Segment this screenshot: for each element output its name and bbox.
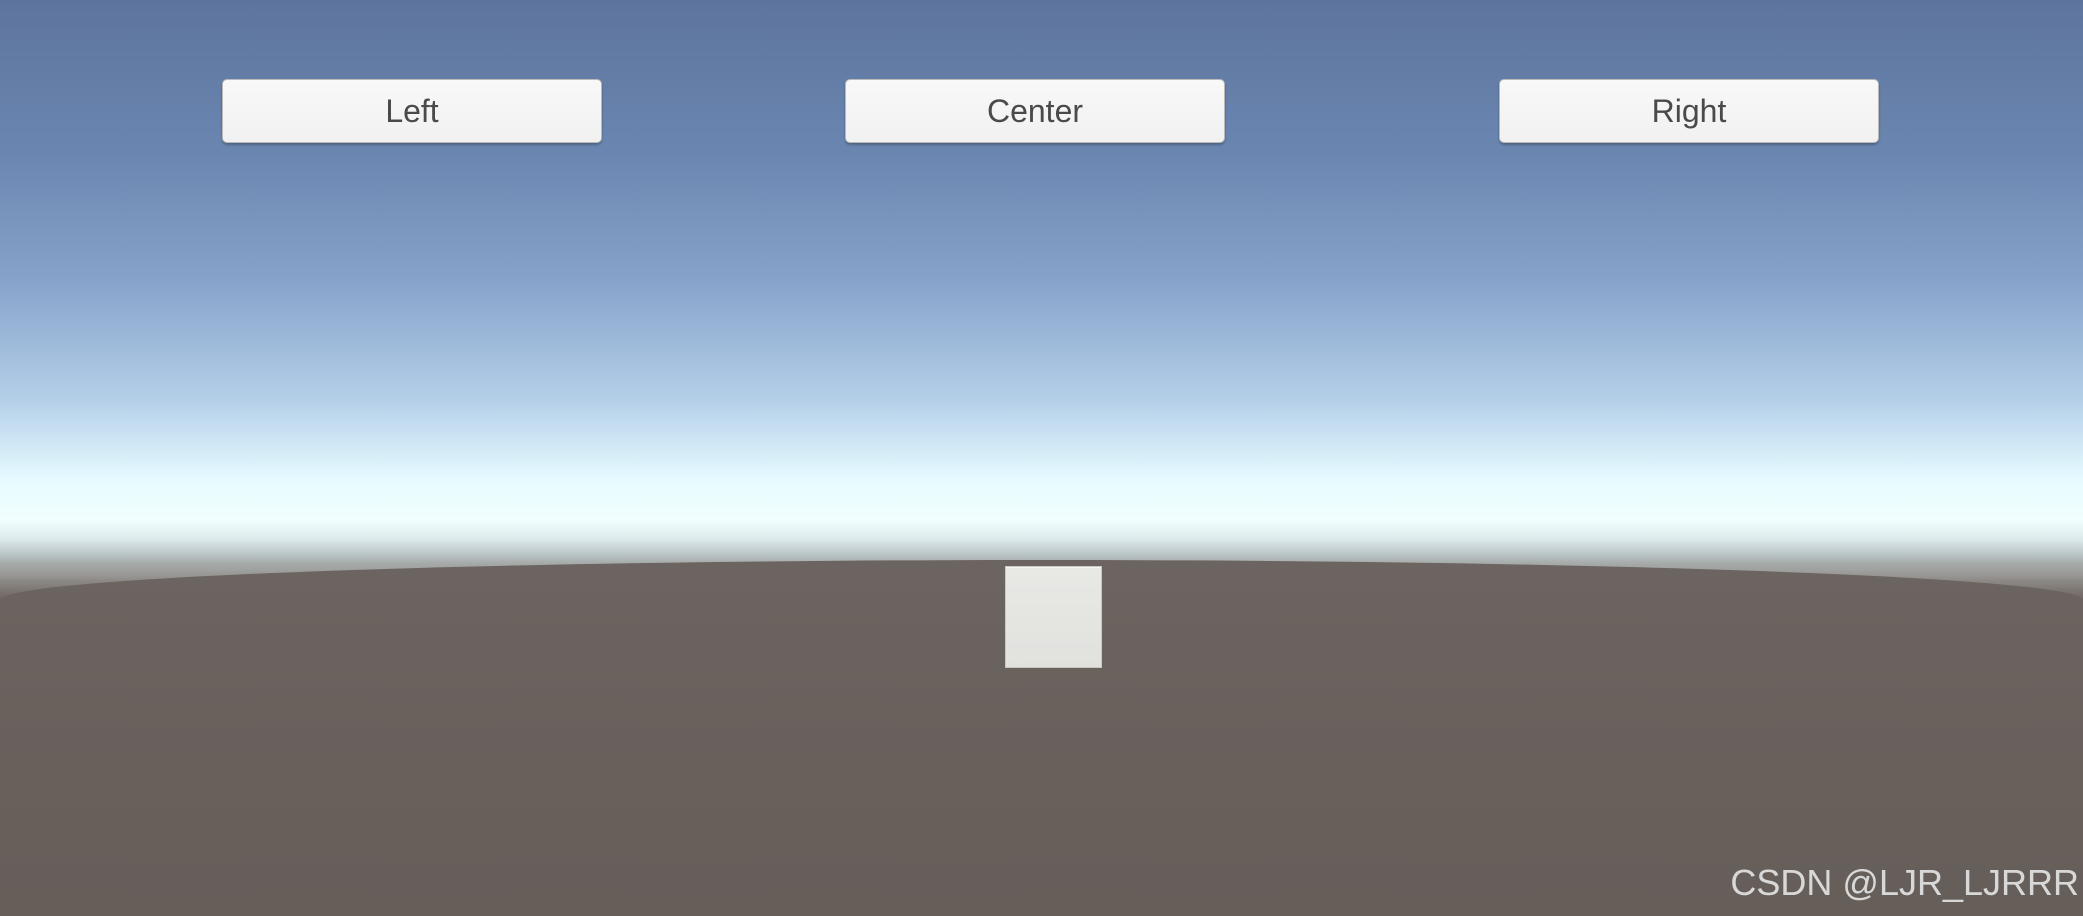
center-button[interactable]: Center xyxy=(845,79,1225,143)
right-button[interactable]: Right xyxy=(1499,79,1879,143)
left-button-label: Left xyxy=(385,92,439,129)
cube-object xyxy=(1005,566,1102,668)
left-button[interactable]: Left xyxy=(222,79,602,143)
watermark-text: CSDN @LJR_LJRRR xyxy=(1730,862,2079,903)
center-button-label: Center xyxy=(986,92,1084,129)
right-button-label: Right xyxy=(1651,92,1727,129)
game-viewport: Left Center Right CSDN @LJR_LJRRR xyxy=(0,0,2083,916)
